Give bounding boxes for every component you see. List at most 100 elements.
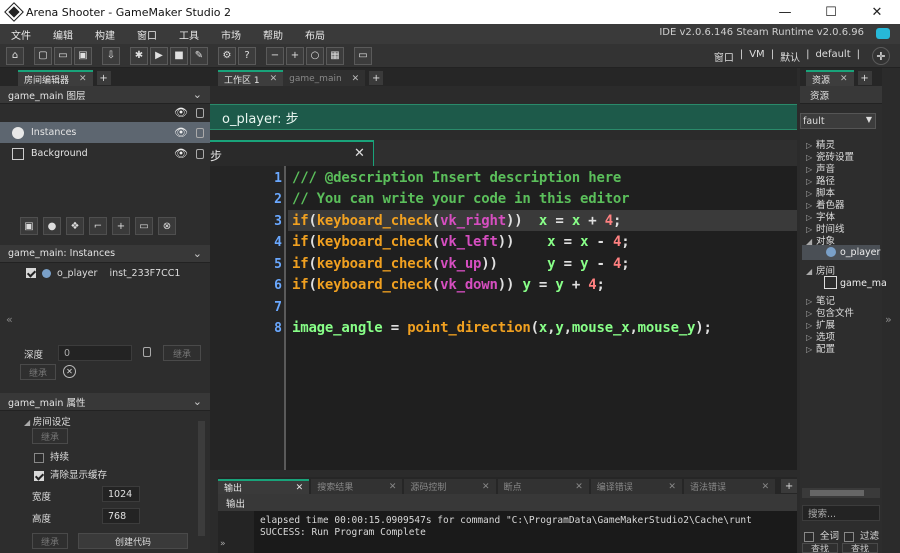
properties-scrollbar[interactable] (198, 421, 205, 536)
instance-visible-checkbox[interactable] (26, 268, 36, 278)
tree-item-configs[interactable]: ▷ 配置 (806, 341, 835, 355)
lock-icon[interactable] (196, 127, 204, 138)
menu-edit[interactable]: 编辑 (42, 27, 84, 42)
width-field[interactable]: 1024 (102, 486, 140, 502)
target-selector[interactable]: 窗口 | VM | 默认 | default | (714, 49, 860, 64)
persistent-row[interactable]: 持续 (34, 449, 69, 463)
menu-tools[interactable]: 工具 (168, 27, 210, 42)
add-tab-button[interactable]: + (96, 71, 111, 85)
eye-icon[interactable]: 👁 (174, 106, 188, 119)
eye-icon[interactable]: 👁 (174, 147, 188, 160)
menu-file[interactable]: 文件 (0, 27, 42, 42)
tab-step-event[interactable]: 步 ✕ (210, 140, 374, 166)
expand-output-icon[interactable]: » (220, 539, 226, 549)
export-icon[interactable]: ⇩ (102, 46, 120, 65)
stop-icon[interactable]: ■ (170, 46, 188, 65)
layer-instances[interactable]: Instances 👁 (0, 122, 210, 143)
add-path-layer-icon[interactable]: ⌐ (89, 217, 107, 235)
menu-layout[interactable]: 布局 (294, 27, 336, 42)
close-tab-icon[interactable]: ✕ (840, 74, 848, 84)
clean-icon[interactable]: ✎ (190, 46, 208, 65)
code-line-8[interactable]: image_angle = point_direction(x,y,mouse_… (292, 320, 712, 336)
add-background-layer-icon[interactable]: ▣ (20, 217, 38, 235)
target-device[interactable]: default (815, 49, 850, 64)
add-asset-layer-icon[interactable]: ❖ (66, 217, 84, 235)
resource-search-input[interactable]: 搜索... (802, 505, 880, 521)
clear-icon[interactable]: ✕ (63, 365, 76, 378)
add-instance-layer-icon[interactable]: ● (43, 217, 61, 235)
tree-expand-icon[interactable]: ▷ (806, 345, 816, 354)
minimize-button[interactable]: — (762, 0, 808, 24)
workspace-grid-icon[interactable]: ▦ (326, 46, 344, 65)
monitor-icon[interactable]: ▭ (354, 46, 372, 65)
close-tab-icon[interactable]: ✕ (575, 482, 583, 492)
close-tab-icon[interactable]: ✕ (482, 482, 490, 492)
tab-resources[interactable]: 资源 ✕ (806, 70, 854, 86)
resource-filter-dropdown[interactable]: fault ▼ (800, 113, 876, 129)
close-tab-icon[interactable]: ✕ (79, 74, 87, 84)
instance-row[interactable]: o_player inst_233F7CC1 (0, 263, 210, 283)
menu-window[interactable]: 窗口 (126, 27, 168, 42)
clear-buffer-checkbox[interactable] (34, 470, 44, 481)
tree-collapse-icon[interactable]: ◢ (806, 267, 816, 276)
close-tab-icon[interactable]: ✕ (389, 482, 397, 492)
close-tab-icon[interactable]: ✕ (270, 74, 278, 84)
new-project-icon[interactable]: ▢ (34, 46, 52, 65)
menu-marketplace[interactable]: 市场 (210, 27, 252, 42)
add-tab-button[interactable]: + (369, 71, 384, 85)
close-tab-icon[interactable]: ✕ (762, 482, 770, 492)
inherit-size-button[interactable]: 继承 (32, 533, 68, 549)
zoom-reset-icon[interactable]: ○ (306, 46, 324, 65)
collapse-left-icon[interactable]: « (6, 313, 13, 326)
tab-source-control[interactable]: 源码控制 ✕ (404, 479, 496, 494)
tab-room-editor[interactable]: 房间编辑器 ✕ (18, 70, 93, 86)
inherit-room-button[interactable]: 继承 (32, 428, 68, 444)
object-editor-header[interactable]: o_player: 步 (210, 104, 797, 130)
close-tab-icon[interactable]: ✕ (296, 483, 304, 493)
menu-build[interactable]: 构建 (84, 27, 126, 42)
lock-icon[interactable] (196, 148, 204, 159)
tree-item-rooms[interactable]: ◢ 房间 (806, 263, 835, 277)
run-icon[interactable]: ▶ (150, 46, 168, 65)
find-prev-button[interactable]: 查找 (802, 543, 838, 553)
collapse-right-icon[interactable]: » (885, 313, 892, 326)
home-icon[interactable]: ⌂ (6, 46, 24, 65)
close-tab-icon[interactable]: ✕ (352, 74, 360, 84)
tree-scrollbar[interactable] (802, 488, 880, 498)
tab-syntax-errors[interactable]: 语法错误 ✕ (683, 479, 776, 494)
code-line-2[interactable]: // You can write your code in this edito… (292, 191, 630, 207)
chevron-down-icon[interactable]: ⌄ (193, 88, 202, 101)
help-icon[interactable]: ? (238, 46, 256, 65)
tree-item-o-player[interactable]: o_player (802, 245, 880, 260)
code-line-1[interactable]: /// @description Insert description here (292, 170, 621, 186)
inherit-depth-button[interactable]: 继承 (163, 345, 201, 361)
add-tab-button[interactable]: + (781, 479, 797, 493)
target-platform[interactable]: 窗口 (714, 49, 734, 64)
add-tab-button[interactable]: + (857, 71, 872, 85)
settings-gear-icon[interactable]: ⚙ (218, 46, 236, 65)
dropdown-arrow-icon[interactable]: ▼ (866, 115, 872, 124)
eye-icon[interactable]: 👁 (174, 126, 188, 139)
delete-layer-icon[interactable]: ⊗ (158, 217, 176, 235)
zoom-out-icon[interactable]: − (266, 46, 284, 65)
tab-output[interactable]: 输出 ✕ (218, 479, 310, 494)
inherit-layer-button[interactable]: 继承 (20, 364, 56, 380)
properties-header[interactable]: game_main 属性 ⌄ (0, 393, 210, 411)
whole-word-checkbox[interactable] (804, 531, 814, 542)
chevron-down-icon[interactable]: ⌄ (193, 395, 202, 408)
tab-workspace-1[interactable]: 工作区 1 ✕ (218, 70, 284, 86)
layers-header[interactable]: game_main 图层 ⌄ (0, 86, 210, 104)
clear-buffer-row[interactable]: 清除显示缓存 (34, 467, 107, 481)
close-tab-icon[interactable]: ✕ (354, 146, 365, 161)
lock-icon[interactable] (196, 108, 204, 118)
maximize-button[interactable]: ☐ (808, 0, 854, 24)
tab-compile-errors[interactable]: 编译错误 ✕ (590, 479, 682, 494)
code-line-3[interactable]: if(keyboard_check(vk_right)) x = x + 4; (292, 213, 621, 229)
tab-breakpoints[interactable]: 断点 ✕ (497, 479, 589, 494)
code-line-4[interactable]: if(keyboard_check(vk_left)) x = x - 4; (292, 234, 630, 250)
add-folder-icon[interactable]: ▭ (135, 217, 153, 235)
target-config[interactable]: 默认 (780, 49, 800, 64)
create-code-button[interactable]: 创建代码 (78, 533, 188, 549)
debug-icon[interactable]: ✱ (130, 46, 148, 65)
code-editor[interactable]: 步 ✕ 1 2 3 4 5 6 7 8 /// @description Ins… (210, 140, 797, 470)
